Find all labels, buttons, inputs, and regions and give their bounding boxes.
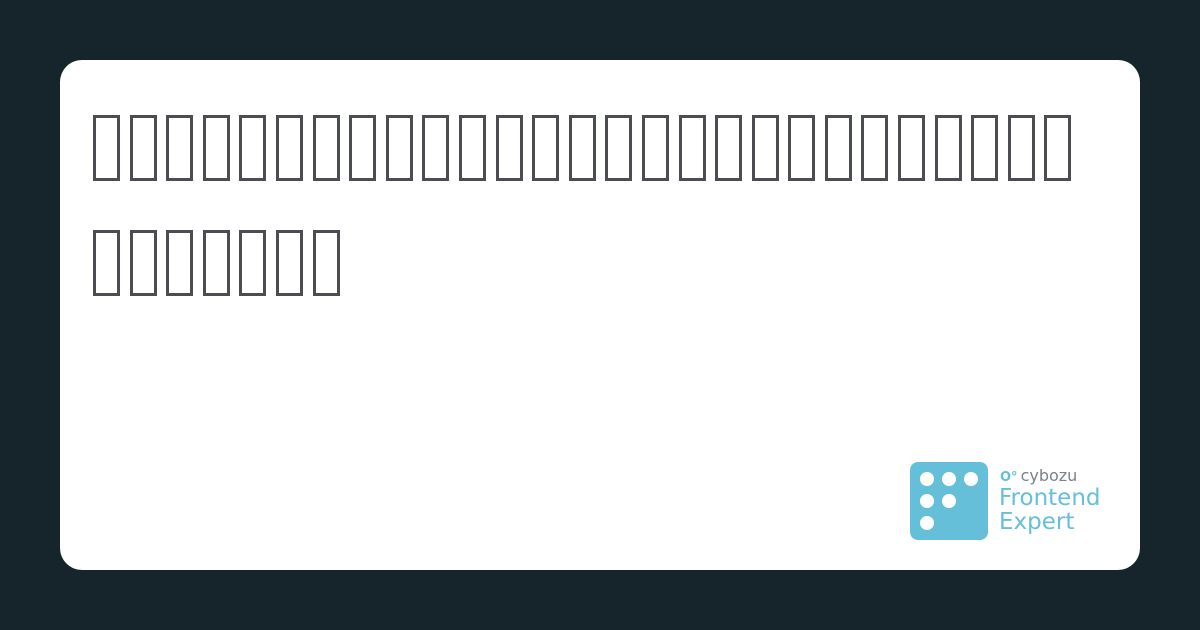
title-glyph: □ (898, 115, 926, 181)
cybozu-label: O° cybozu (1000, 466, 1077, 485)
card: □□□□□□□□□□□□□□□□□□□□□□□□□□□□□□□□□□ O°cyb… (60, 60, 1140, 570)
title-glyph: □ (93, 230, 120, 296)
title-glyph: □ (861, 115, 889, 181)
title-glyph: □ (239, 230, 267, 296)
title-glyph: □ (788, 115, 816, 181)
title-glyph: □ (751, 115, 779, 181)
title-glyph: □ (129, 230, 157, 296)
title-glyph: □ (275, 230, 303, 296)
logo-line2: Expert (999, 509, 1075, 535)
company-name: cybozu (1020, 466, 1078, 485)
title-glyph: □ (458, 115, 486, 181)
title-glyph: □ (605, 115, 633, 181)
title-glyph: □ (678, 115, 706, 181)
title-glyph: □ (495, 115, 523, 181)
title-glyph: □ (312, 230, 340, 296)
title-glyph: □ (93, 115, 120, 181)
title-glyph: □ (129, 115, 157, 181)
title-glyph: □ (202, 230, 230, 296)
logo-text: Frontend Expert (999, 486, 1101, 534)
logo-line1: Frontend (999, 485, 1101, 511)
cybozu-rings-icon: O° (1000, 470, 1018, 485)
title-glyph: □ (422, 115, 450, 181)
article-title: □□□□□□□□□□□□□□□□□□□□□□□□□□□□□□□□□□ (93, 115, 1093, 345)
title-glyph: □ (202, 115, 230, 181)
title-glyph: □ (166, 230, 194, 296)
title-glyph: □ (568, 115, 596, 181)
title-glyph: □ (275, 115, 303, 181)
title-glyph: □ (971, 115, 999, 181)
title-glyph: □ (1044, 115, 1072, 181)
title-glyph: □ (532, 115, 560, 181)
cybozu-frontend-expert-logo: O° cybozu Frontend Expert (910, 462, 1115, 542)
title-glyph: □ (715, 115, 743, 181)
title-glyph: □ (166, 115, 194, 181)
title-glyph: □ (641, 115, 669, 181)
logo-mark-icon (910, 462, 988, 540)
title-glyph: □ (239, 115, 267, 181)
title-glyph: □ (385, 115, 413, 181)
title-glyph: □ (1007, 115, 1035, 181)
title-glyph: □ (934, 115, 962, 181)
title-glyph: □ (312, 115, 340, 181)
title-glyph: □ (824, 115, 852, 181)
title-glyph: □ (349, 115, 377, 181)
